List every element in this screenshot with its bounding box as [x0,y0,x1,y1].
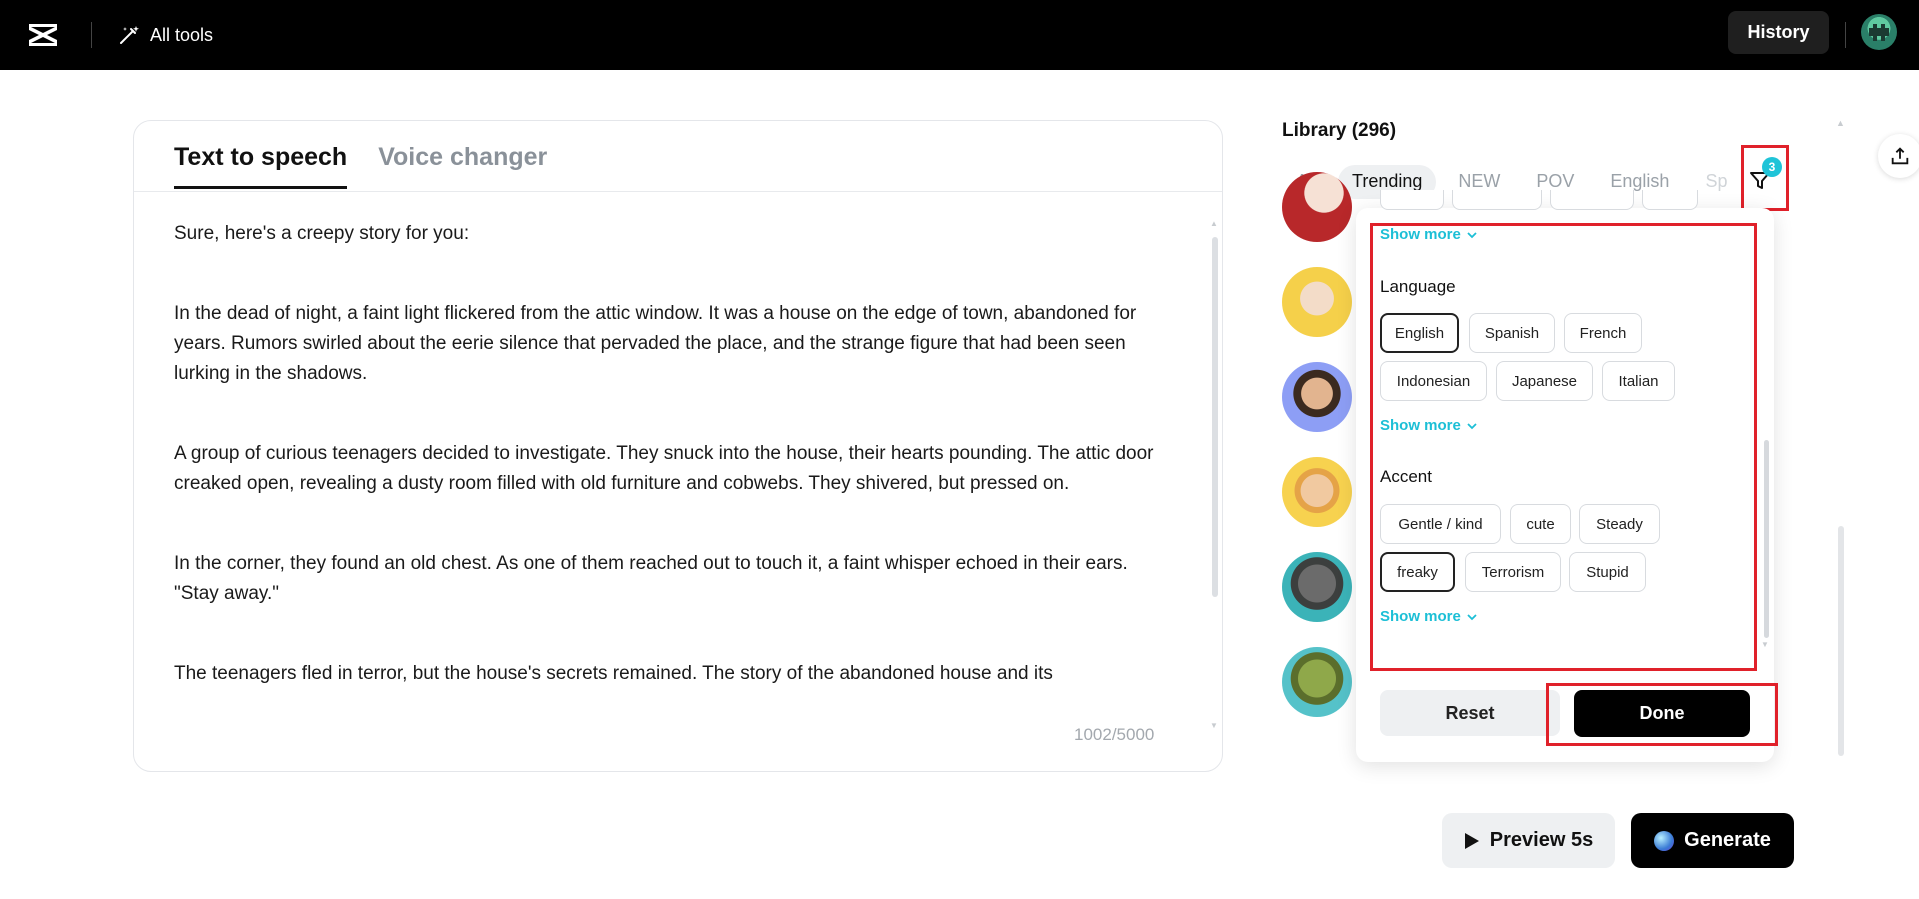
show-more-language-link[interactable]: Show more [1380,417,1478,434]
show-more-label: Show more [1380,226,1461,243]
capcut-logo-icon[interactable] [26,18,60,52]
accent-chip-freaky[interactable]: freaky [1380,552,1455,592]
generate-label: Generate [1684,829,1771,851]
voice-avatar[interactable] [1282,267,1352,337]
filter-scroll-down-icon[interactable]: ▼ [1761,640,1769,649]
editor-scrollbar[interactable] [1212,237,1218,597]
upload-icon[interactable] [1878,134,1919,178]
voice-avatar[interactable] [1282,647,1352,717]
preview-button[interactable]: Preview 5s [1442,813,1615,868]
script-paragraph: The teenagers fled in terror, but the ho… [174,663,1053,684]
show-more-link[interactable]: Show more [1380,226,1478,243]
top-divider-right [1845,22,1846,48]
library-scroll-up-icon[interactable]: ▲ [1836,118,1845,128]
filter-chip-partial[interactable] [1550,190,1634,210]
user-avatar-icon[interactable] [1861,14,1897,50]
accent-chip-steady[interactable]: Steady [1579,504,1660,544]
voice-avatar[interactable] [1282,172,1352,242]
library-title: Library (296) [1282,120,1397,141]
accent-chip-gentle[interactable]: Gentle / kind [1380,504,1501,544]
script-paragraph: Sure, here's a creepy story for you: [174,223,470,244]
show-more-label: Show more [1380,608,1461,625]
accent-chip-terrorism[interactable]: Terrorism [1465,552,1561,592]
generate-button[interactable]: Generate [1631,813,1794,868]
top-bar: All tools History [0,0,1919,70]
done-button[interactable]: Done [1574,690,1750,737]
chevron-down-icon [1467,422,1477,429]
all-tools-label: All tools [150,24,214,45]
history-button[interactable]: History [1728,11,1829,54]
play-icon [1464,832,1479,849]
library-scrollbar[interactable] [1838,526,1844,756]
language-chip-spanish[interactable]: Spanish [1469,313,1555,353]
reset-button[interactable]: Reset [1380,690,1560,736]
text-editor-card: Text to speech Voice changer Sure, here'… [133,120,1223,772]
library-tab-spanish[interactable]: Sp [1691,165,1741,199]
tab-voice-changer[interactable]: Voice changer [378,143,547,189]
show-more-accent-link[interactable]: Show more [1380,608,1478,625]
filter-chip-partial[interactable] [1642,190,1698,210]
accent-chip-stupid[interactable]: Stupid [1569,552,1646,592]
all-tools-button[interactable]: All tools [118,20,213,50]
tab-text-to-speech[interactable]: Text to speech [174,143,348,189]
filter-chip-partial[interactable] [1452,190,1542,210]
voice-avatar[interactable] [1282,362,1352,432]
scroll-down-arrow-icon[interactable]: ▼ [1210,721,1218,730]
language-chip-french[interactable]: French [1564,313,1642,353]
script-paragraph: In the corner, they found an old chest. … [174,553,1128,604]
accent-section-title: Accent [1380,467,1432,486]
filter-scrollbar[interactable] [1764,440,1769,638]
language-chip-japanese[interactable]: Japanese [1496,361,1593,401]
generate-orb-icon [1654,830,1675,851]
editor-tabs: Text to speech Voice changer [174,143,547,189]
script-paragraph: In the dead of night, a faint light flic… [174,303,1137,384]
preview-label: Preview 5s [1489,829,1594,851]
script-textarea[interactable]: Sure, here's a creepy story for you: In … [174,219,1174,733]
character-count: 1002/5000 [1074,725,1155,744]
voice-avatar[interactable] [1282,457,1352,527]
filter-chip-partial[interactable] [1380,190,1444,210]
language-chip-indonesian[interactable]: Indonesian [1380,361,1487,401]
scroll-up-arrow-icon[interactable]: ▲ [1210,219,1218,228]
show-more-label: Show more [1380,417,1461,434]
language-chip-italian[interactable]: Italian [1602,361,1675,401]
filter-count-badge: 3 [1762,157,1782,177]
tabs-divider [134,191,1222,192]
voice-avatar[interactable] [1282,552,1352,622]
language-chip-english[interactable]: English [1380,313,1459,353]
top-divider [91,22,92,48]
chevron-down-icon [1467,231,1477,238]
magic-wand-icon [120,26,139,44]
script-paragraph: A group of curious teenagers decided to … [174,443,1154,494]
language-section-title: Language [1380,277,1456,296]
chevron-down-icon [1467,613,1477,620]
accent-chip-cute[interactable]: cute [1510,504,1571,544]
